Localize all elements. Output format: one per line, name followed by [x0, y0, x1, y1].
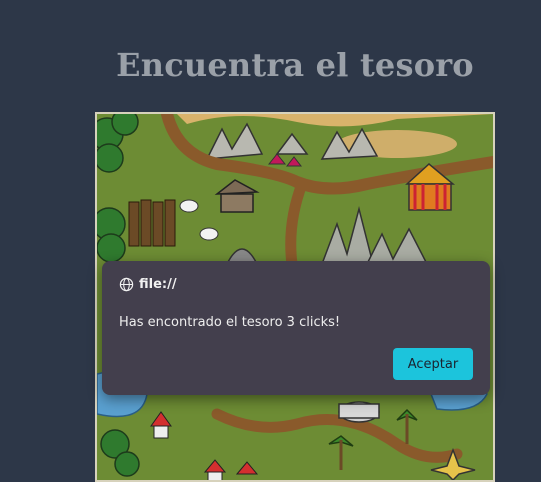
colosseum: [338, 401, 380, 423]
dialog-origin: file://: [139, 277, 177, 292]
page-title: Encuentra el tesoro: [116, 46, 474, 84]
alert-dialog: file:// Has encontrado el tesoro 3 click…: [102, 261, 490, 395]
dialog-header: file://: [119, 277, 177, 292]
globe-icon: [119, 277, 134, 292]
accept-button[interactable]: Aceptar: [393, 348, 473, 380]
dialog-message: Has encontrado el tesoro 3 clicks!: [119, 315, 341, 330]
